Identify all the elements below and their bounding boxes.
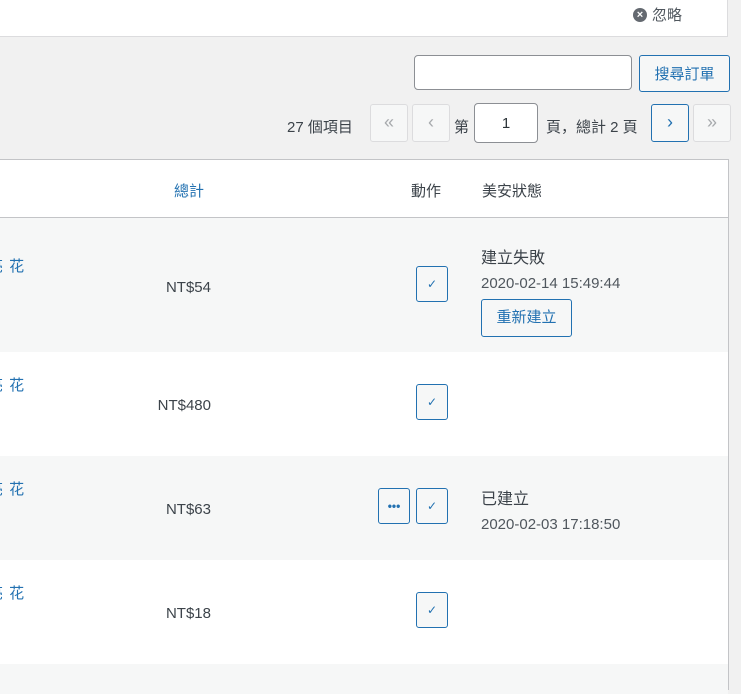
page-prefix: 第 [454, 119, 470, 136]
last-page-button[interactable]: » [693, 104, 731, 142]
checkmark-icon: ✓ [426, 603, 438, 617]
customer-name-link[interactable]: 亮 花 [0, 255, 25, 276]
table-row: 亮 花 NT$480 ✓ [0, 352, 728, 456]
complete-order-button[interactable]: ✓ [416, 384, 448, 420]
customer-name-link[interactable]: 亮 花 [0, 582, 25, 603]
checkmark-icon: ✓ [426, 395, 438, 409]
column-header-action: 動作 [411, 183, 442, 200]
rebuild-button[interactable]: 重新建立 [481, 299, 572, 337]
complete-order-button[interactable]: ✓ [416, 266, 448, 302]
search-orders-button[interactable]: 搜尋訂單 [639, 55, 730, 92]
first-page-button[interactable]: « [370, 104, 408, 142]
current-page-input[interactable] [474, 103, 538, 143]
status-text: 已建立 [481, 491, 530, 508]
more-actions-button[interactable]: ••• [378, 488, 410, 524]
customer-name-link[interactable]: 亮 花 [0, 374, 25, 395]
order-total: NT$480 [157, 397, 211, 414]
order-search-input[interactable] [414, 55, 632, 90]
order-total: NT$63 [165, 501, 211, 518]
next-page-button[interactable]: › [651, 104, 689, 142]
page-suffix: 頁，總計 2 頁 [546, 119, 638, 136]
order-total: NT$18 [165, 605, 211, 622]
complete-order-button[interactable]: ✓ [416, 488, 448, 524]
status-time: 2020-02-14 15:49:44 [481, 275, 621, 292]
table-row: 亮 花 NT$54 ✓ 建立失敗 2020-02-14 15:49:44 重新建… [0, 218, 728, 352]
checkmark-icon: ✓ [426, 277, 438, 291]
table-header: 總計 動作 美安狀態 [0, 160, 728, 218]
items-count: 27 個項目 [287, 119, 353, 136]
dismiss-label: 忽略 [651, 7, 682, 24]
column-header-status: 美安狀態 [482, 183, 543, 200]
table-row [0, 664, 728, 694]
table-row: 亮 花 NT$63 ••• ✓ 已建立 2020-02-03 17:18:50 [0, 456, 728, 560]
customer-name-link[interactable]: 亮 花 [0, 478, 25, 499]
status-time: 2020-02-03 17:18:50 [481, 516, 621, 533]
more-dots-icon: ••• [387, 499, 401, 513]
checkmark-icon: ✓ [426, 499, 438, 513]
prev-page-button[interactable]: ‹ [412, 104, 450, 142]
status-text: 建立失敗 [481, 250, 546, 267]
complete-order-button[interactable]: ✓ [416, 592, 448, 628]
orders-table: 總計 動作 美安狀態 亮 花 NT$54 ✓ 建立失敗 2020-02-14 1… [0, 159, 729, 694]
admin-notice: × 忽略 [0, 0, 728, 37]
table-row: 亮 花 NT$18 ✓ [0, 560, 728, 664]
order-total: NT$54 [165, 279, 211, 296]
column-header-total[interactable]: 總計 [174, 180, 204, 201]
dismiss-circle-icon: × [632, 7, 647, 22]
dismiss-notice-button[interactable]: × 忽略 [632, 4, 682, 25]
